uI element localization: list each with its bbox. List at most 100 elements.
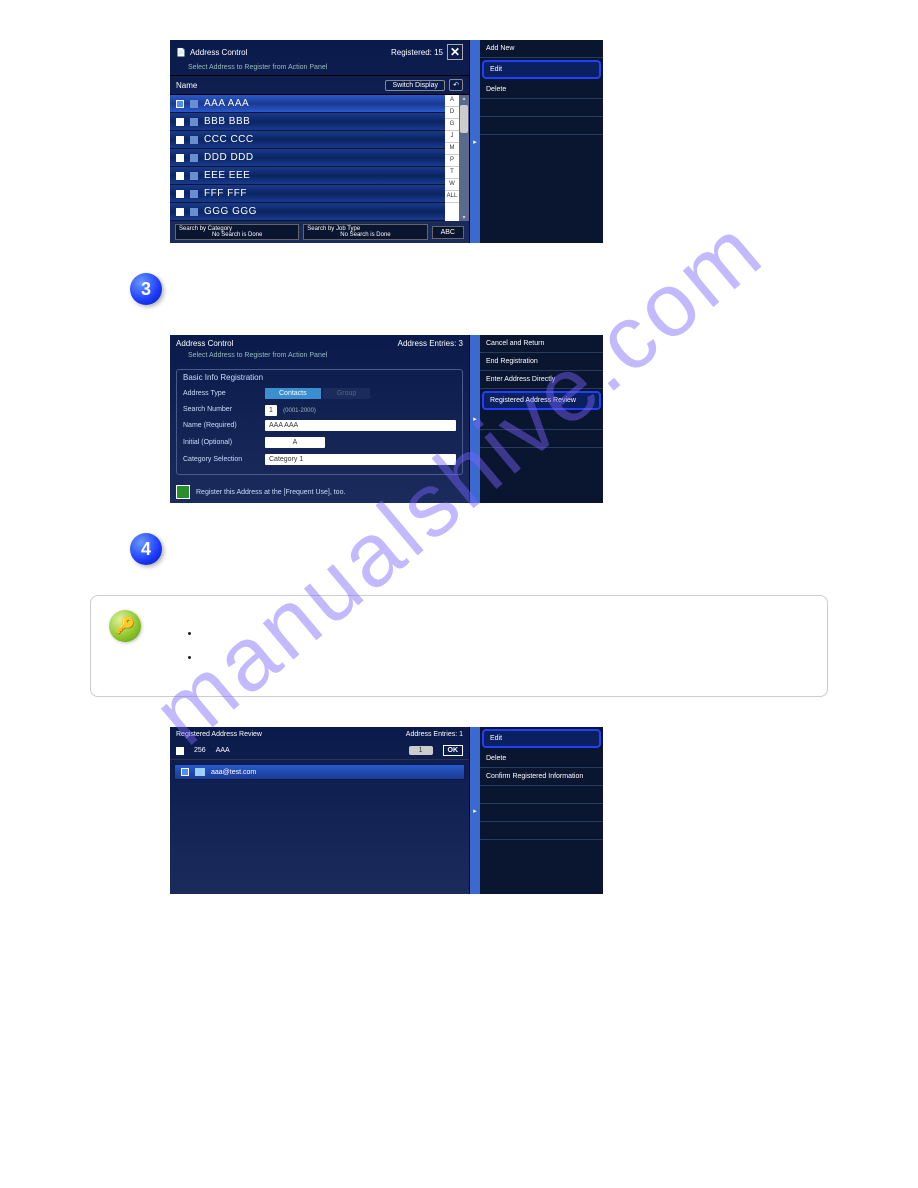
contact-icon — [190, 190, 198, 198]
panel1-subtitle: Select Address to Register from Action P… — [170, 64, 469, 75]
name-required-label: Name (Required) — [183, 422, 259, 429]
entries-count: Address Entries: 3 — [398, 339, 463, 348]
edit-button[interactable]: Edit — [482, 729, 601, 748]
search-number-input[interactable]: 1 — [265, 405, 277, 416]
email-icon — [195, 768, 205, 776]
step-3-badge: 3 — [130, 273, 162, 305]
checkbox-icon[interactable] — [176, 208, 184, 216]
name-input[interactable]: AAA AAA — [265, 420, 456, 431]
page-indicator[interactable]: 1 — [409, 746, 433, 755]
contacts-type-button[interactable]: Contacts — [265, 388, 321, 399]
panel1-title: Address Control — [190, 48, 387, 57]
address-list-item[interactable]: FFF FFF — [170, 185, 445, 203]
side-empty — [480, 804, 603, 822]
ok-button[interactable]: OK — [443, 745, 464, 756]
index-letter[interactable]: M — [445, 143, 459, 155]
side-panel-arrow-icon[interactable]: ▸ — [470, 40, 480, 243]
side-empty — [480, 430, 603, 448]
entry-name: AAA — [216, 747, 230, 754]
no-search-text: No Search is Done — [179, 232, 295, 238]
tip-icon: 🔑 — [109, 610, 141, 642]
confirm-registered-info-button[interactable]: Confirm Registered Information — [480, 768, 603, 786]
scrollbar-thumb[interactable] — [460, 105, 468, 133]
checkbox-icon[interactable] — [181, 768, 189, 776]
checkbox-icon[interactable] — [176, 172, 184, 180]
checkbox-icon[interactable] — [176, 100, 184, 108]
address-type-label: Address Type — [183, 390, 259, 397]
delete-button[interactable]: Delete — [480, 81, 603, 99]
frequent-use-checkbox[interactable] — [176, 485, 190, 499]
side-empty — [480, 99, 603, 117]
address-list-item[interactable]: DDD DDD — [170, 149, 445, 167]
index-letter[interactable]: T — [445, 167, 459, 179]
panel-registered-address-review: Registered Address Review Address Entrie… — [170, 727, 603, 894]
contact-icon — [190, 136, 198, 144]
checkbox-icon[interactable] — [176, 118, 184, 126]
abc-button[interactable]: ABC — [432, 226, 464, 239]
checkbox-icon[interactable] — [176, 190, 184, 198]
cancel-return-button[interactable]: Cancel and Return — [480, 335, 603, 353]
category-label: Category Selection — [183, 456, 259, 463]
address-list-item[interactable]: CCC CCC — [170, 131, 445, 149]
close-button[interactable]: ✕ — [447, 44, 463, 60]
delete-button[interactable]: Delete — [480, 750, 603, 768]
search-by-category-button[interactable]: Search by Category No Search is Done — [175, 224, 299, 240]
panel2-title: Address Control — [176, 339, 394, 348]
side-panel-arrow-icon[interactable]: ▸ — [470, 335, 480, 503]
list-item-label: CCC CCC — [204, 134, 254, 145]
add-new-button[interactable]: Add New — [480, 40, 603, 58]
category-input[interactable]: Category 1 — [265, 454, 456, 465]
name-column-header: Name — [176, 81, 381, 90]
search-number-hint: (0001-2000) — [283, 408, 316, 414]
panel-basic-info-registration: Address Control Address Entries: 3 Selec… — [170, 335, 603, 503]
alpha-index[interactable]: A D G J M P T W ALL — [445, 95, 459, 221]
panel3-title: Registered Address Review — [176, 731, 262, 738]
checkbox-icon[interactable] — [176, 154, 184, 162]
index-letter[interactable]: A — [445, 95, 459, 107]
edit-button[interactable]: Edit — [482, 60, 601, 79]
address-list-item[interactable]: GGG GGG — [170, 203, 445, 221]
index-letter[interactable]: G — [445, 119, 459, 131]
panel-address-control-list: 📄 Address Control Registered: 15 ✕ Selec… — [170, 40, 603, 243]
checkbox-icon[interactable] — [176, 136, 184, 144]
index-letter[interactable]: ALL — [445, 191, 459, 203]
search-number-label: Search Number — [183, 406, 259, 413]
panel2-subtitle: Select Address to Register from Action P… — [170, 352, 469, 363]
section-heading: Basic Info Registration — [177, 370, 462, 385]
initial-input[interactable]: A — [265, 437, 325, 448]
contact-icon — [190, 118, 198, 126]
no-search-text: No Search is Done — [307, 232, 423, 238]
address-list-item[interactable]: AAA AAA — [170, 95, 445, 113]
enter-address-directly-button[interactable]: Enter Address Directly — [480, 371, 603, 389]
side-empty — [480, 786, 603, 804]
checkbox-icon[interactable] — [176, 747, 184, 755]
side-empty — [480, 117, 603, 135]
side-empty — [480, 412, 603, 430]
registered-address-review-button[interactable]: Registered Address Review — [482, 391, 601, 410]
index-letter[interactable]: P — [445, 155, 459, 167]
frequent-use-label: Register this Address at the [Frequent U… — [196, 489, 345, 496]
search-by-jobtype-button[interactable]: Search by Job Type No Search is Done — [303, 224, 427, 240]
address-list-item[interactable]: BBB BBB — [170, 113, 445, 131]
index-letter[interactable]: W — [445, 179, 459, 191]
panel3-entries: Address Entries: 1 — [406, 731, 463, 738]
side-empty — [480, 822, 603, 840]
group-type-button[interactable]: Group — [323, 388, 370, 399]
contact-icon — [190, 208, 198, 216]
end-registration-button[interactable]: End Registration — [480, 353, 603, 371]
list-item-label: GGG GGG — [204, 206, 257, 217]
folder-icon: 📄 — [176, 48, 186, 57]
entry-number: 256 — [194, 747, 206, 754]
email-value: aaa@test.com — [211, 769, 256, 776]
index-letter[interactable]: J — [445, 131, 459, 143]
email-entry-row[interactable]: aaa@test.com — [174, 764, 465, 780]
index-letter[interactable]: D — [445, 107, 459, 119]
address-list-item[interactable]: EEE EEE — [170, 167, 445, 185]
switch-display-button[interactable]: Switch Display — [385, 80, 445, 91]
list-item-label: BBB BBB — [204, 116, 250, 127]
undo-button[interactable]: ↶ — [449, 79, 463, 91]
tip-box: 🔑 — [90, 595, 828, 697]
list-item-label: DDD DDD — [204, 152, 254, 163]
side-panel-arrow-icon[interactable]: ▸ — [470, 727, 480, 894]
scrollbar[interactable] — [459, 95, 469, 221]
